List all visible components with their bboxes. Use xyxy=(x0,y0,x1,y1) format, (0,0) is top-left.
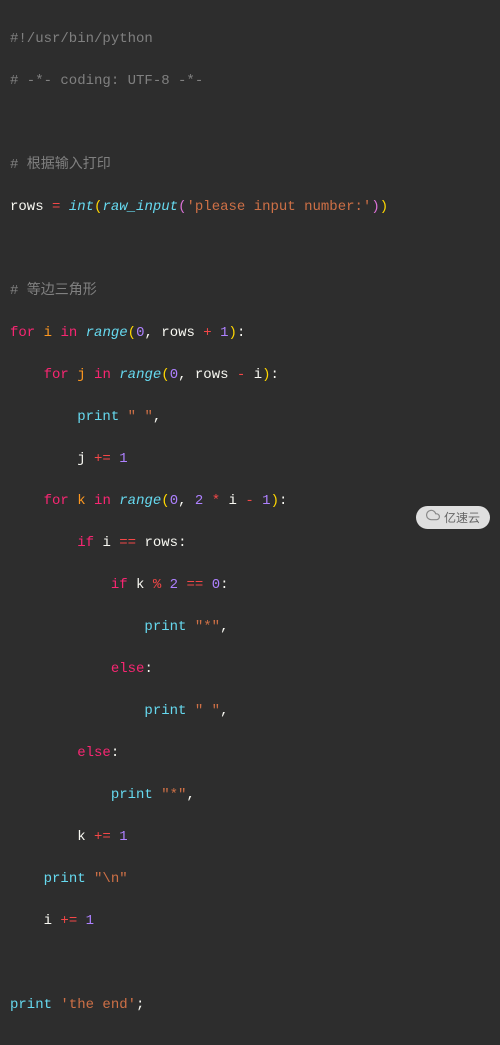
code-line: i += 1 xyxy=(10,911,490,932)
code-line: k += 1 xyxy=(10,827,490,848)
code-line: rows = int(raw_input('please input numbe… xyxy=(10,197,490,218)
cloud-icon xyxy=(426,508,440,527)
code-line: # 等边三角形 xyxy=(10,281,490,302)
code-line: print "*", xyxy=(10,785,490,806)
code-line xyxy=(10,113,490,134)
rawinput-func: raw_input xyxy=(102,199,178,215)
code-line xyxy=(10,239,490,260)
watermark-badge: 亿速云 xyxy=(416,506,490,529)
comment-triangle: # 等边三角形 xyxy=(10,283,97,299)
code-line: else: xyxy=(10,743,490,764)
code-line: # 根据输入打印 xyxy=(10,155,490,176)
code-line: if i == rows: xyxy=(10,533,490,554)
code-line: print " ", xyxy=(10,407,490,428)
code-line: j += 1 xyxy=(10,449,490,470)
code-line: else: xyxy=(10,659,490,680)
coding-comment: # -*- coding: UTF-8 -*- xyxy=(10,73,203,89)
shebang-comment: #!/usr/bin/python xyxy=(10,31,153,47)
int-func: int xyxy=(69,199,94,215)
comment-input: # 根据输入打印 xyxy=(10,157,111,173)
code-line: for j in range(0, rows - i): xyxy=(10,365,490,386)
code-line: print 'the end'; xyxy=(10,995,490,1016)
code-line: print "\n" xyxy=(10,869,490,890)
code-line: if k % 2 == 0: xyxy=(10,575,490,596)
code-line: #!/usr/bin/python xyxy=(10,29,490,50)
code-line xyxy=(10,953,490,974)
code-line: print " ", xyxy=(10,701,490,722)
var-rows: rows xyxy=(10,199,44,215)
code-line: print "*", xyxy=(10,617,490,638)
code-line: for i in range(0, rows + 1): xyxy=(10,323,490,344)
prompt-string: 'please input number:' xyxy=(186,199,371,215)
code-line: # -*- coding: UTF-8 -*- xyxy=(10,71,490,92)
watermark-text: 亿速云 xyxy=(444,509,480,527)
